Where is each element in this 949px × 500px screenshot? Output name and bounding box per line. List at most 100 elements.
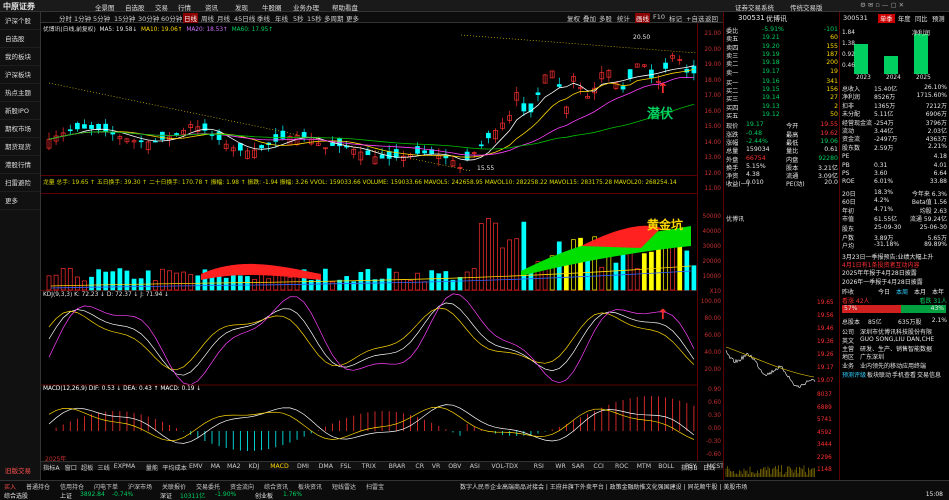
indicator-tab[interactable]: 三线 — [97, 463, 109, 472]
menu-item[interactable]: 牛股圈 — [262, 2, 282, 12]
buy-level-row[interactable]: 买一 19.16 341 — [724, 78, 840, 87]
sidebar-item-ipo[interactable]: 新股IPO — [0, 102, 40, 120]
sidebar-item-old-trade[interactable]: 旧版交易 — [0, 462, 40, 480]
kline-panel[interactable]: 优博讯(日线,前复权) MA5: 19.58↓ MA10: 19.06↑ MA2… — [41, 23, 697, 194]
indicator-tab[interactable]: ASI — [470, 463, 480, 470]
indicator-tab-period[interactable]: 日线 — [703, 463, 715, 472]
sell-level-row[interactable]: 卖三 19.19 187 — [724, 51, 840, 60]
sidebar-item-hk[interactable]: 港股行情 — [0, 156, 40, 174]
sell-level-row[interactable]: 卖四 19.20 155 — [724, 43, 840, 52]
indicator-tab[interactable]: KDJ — [249, 463, 260, 470]
sell-level-row[interactable]: 卖二 19.18 200 — [724, 59, 840, 68]
indicator-tab-b[interactable]: 指标B — [681, 463, 698, 472]
sidebar-item-risk[interactable]: 扫雷避险 — [0, 174, 40, 192]
menu-item[interactable]: 帮助看盘 — [332, 2, 358, 12]
info-bottom-tab[interactable]: 交易信息 — [917, 370, 941, 379]
period-tab[interactable]: 更多 — [346, 13, 359, 23]
tool-button[interactable]: +自选 — [686, 13, 704, 23]
indicator-tab[interactable]: RSI — [534, 463, 544, 470]
indicator-tab[interactable]: CCI — [593, 463, 603, 470]
sidebar-item-sectors[interactable]: 沪深板块 — [0, 66, 40, 84]
menu-item[interactable]: 资讯 — [205, 2, 218, 12]
period-tab[interactable]: 15秒 — [307, 13, 322, 23]
sidebar-item-watchlist[interactable]: 自选股 — [0, 30, 40, 48]
tool-button[interactable]: 返回 — [705, 13, 718, 23]
period-tab[interactable]: 45日线 — [234, 13, 255, 23]
indicator-tab[interactable]: DMI — [297, 463, 309, 470]
kdj-panel[interactable]: KDJ(9,3,3) K: 72.23 ↓ D: 72.37 ↓ J: 71.9… — [41, 291, 697, 463]
period-tab[interactable]: 15分钟 — [114, 13, 135, 23]
buy-level-row[interactable]: 买三 19.14 27 — [724, 94, 840, 103]
indicator-tab[interactable]: SAR — [572, 463, 585, 470]
tab-forecast[interactable]: 预测 — [932, 14, 945, 23]
indicator-tab[interactable]: 量能 — [146, 463, 158, 472]
tool-button[interactable]: 标记 — [669, 13, 682, 23]
menu-item[interactable]: 交易 — [155, 2, 168, 12]
indicator-tab[interactable]: FSL — [340, 463, 351, 470]
sidebar-item-options[interactable]: 期权市场 — [0, 120, 40, 138]
indicator-tab[interactable]: EMV — [189, 463, 202, 470]
menu-item[interactable]: 全景图 — [95, 2, 115, 12]
info-bottom-tab[interactable]: 手机查看 — [892, 370, 916, 379]
indicator-tab[interactable]: MTM — [637, 463, 651, 470]
indicator-tab[interactable]: 平均成本 — [162, 463, 187, 472]
tab-quarter[interactable]: 单季 — [878, 14, 895, 23]
sidebar-item-my-sectors[interactable]: 我的板块 — [0, 48, 40, 66]
period-tab[interactable]: 季线 — [257, 13, 270, 23]
indicator-tab[interactable]: BRAR — [389, 463, 406, 470]
menu-item[interactable]: 自选股 — [125, 2, 145, 12]
sidebar-item-stocks[interactable]: 沪深个股 — [0, 12, 40, 30]
info-bottom-tab[interactable]: 板块联动 — [867, 370, 891, 379]
news-item[interactable]: 2026年一季报于4月28日披露 — [842, 277, 923, 286]
window-controls[interactable]: ⚙ ✉ ▫ — ▢ ✕ — [860, 1, 904, 9]
order-ratio-row[interactable]: 委比 -5.91% -101 — [724, 26, 840, 35]
tool-button[interactable]: F10 — [653, 13, 665, 21]
ratio-tab[interactable]: 本周 — [896, 287, 908, 296]
classic-version-label[interactable]: 传统交易版 — [790, 2, 823, 12]
indicator-tab[interactable]: BOLL — [658, 463, 674, 470]
indicator-tab[interactable]: VOL-TDX — [491, 463, 518, 470]
period-tab[interactable]: 60分钟 — [161, 13, 182, 23]
indicator-tab[interactable]: VR — [432, 463, 441, 470]
menu-item[interactable]: 行情 — [178, 2, 191, 12]
period-tab[interactable]: 5秒 — [293, 13, 304, 23]
tool-button[interactable]: 多股 — [599, 13, 612, 23]
trading-system-label[interactable]: 证券交易系统 — [735, 2, 774, 12]
tool-button[interactable]: 统计 — [617, 13, 630, 23]
buy-level-row[interactable]: 买二 19.15 156 — [724, 86, 840, 95]
period-tab-active[interactable]: 日线 — [183, 13, 198, 23]
indicator-tab[interactable]: WR — [555, 463, 565, 470]
period-tab[interactable]: 分时 — [59, 13, 72, 23]
indicator-tab[interactable]: ROC — [615, 463, 629, 470]
tool-button-draw[interactable]: 画线 — [635, 13, 650, 23]
period-tab[interactable]: 1分钟 — [74, 13, 91, 23]
indicator-tab[interactable]: 窗口 — [65, 463, 77, 472]
info-bottom-tab[interactable]: 预测评级 — [842, 370, 866, 379]
period-tab[interactable]: 年线 — [275, 13, 288, 23]
indicator-tab[interactable]: DMA — [319, 463, 333, 470]
sidebar-item-hot-topics[interactable]: 热点主题 — [0, 84, 40, 102]
volume-panel[interactable]: 龙量 总手: 19.65 ↑ 五日换手: 39.30 ↑ 二十日换手: 170.… — [41, 175, 697, 291]
indicator-tab[interactable]: MA2 — [227, 463, 241, 470]
indicator-tab[interactable]: MACD — [270, 463, 289, 470]
sidebar-item-futures[interactable]: 期货现货 — [0, 138, 40, 156]
ratio-tab[interactable]: 今日 — [878, 287, 890, 296]
tab-yoy[interactable]: 同比 — [915, 14, 928, 23]
sidebar-item-more[interactable]: 更多 — [0, 192, 40, 210]
period-tab[interactable]: 周线 — [201, 13, 214, 23]
ratio-tab[interactable]: 本年 — [932, 287, 944, 296]
sell-level-row[interactable]: 卖五 19.21 60 — [724, 34, 840, 43]
indicator-tab[interactable]: EXPMA — [114, 463, 135, 470]
tool-button[interactable]: 叠加 — [583, 13, 596, 23]
indicator-tab[interactable]: 超板 — [81, 463, 93, 472]
tab-annual[interactable]: 年度 — [898, 14, 911, 23]
stock-screener-link[interactable]: 综合选股 — [4, 491, 28, 500]
buy-level-row[interactable]: 买四 19.13 2 — [724, 103, 840, 112]
menu-item[interactable]: 发现 — [235, 2, 248, 12]
indicator-tab[interactable]: OBV — [448, 463, 461, 470]
period-tab[interactable]: 30分钟 — [138, 13, 159, 23]
indicator-tab[interactable]: TRIX — [362, 463, 376, 470]
period-tab[interactable]: 5分钟 — [93, 13, 110, 23]
ratio-tab[interactable]: 本月 — [914, 287, 926, 296]
menu-item[interactable]: 业务办理 — [293, 2, 319, 12]
